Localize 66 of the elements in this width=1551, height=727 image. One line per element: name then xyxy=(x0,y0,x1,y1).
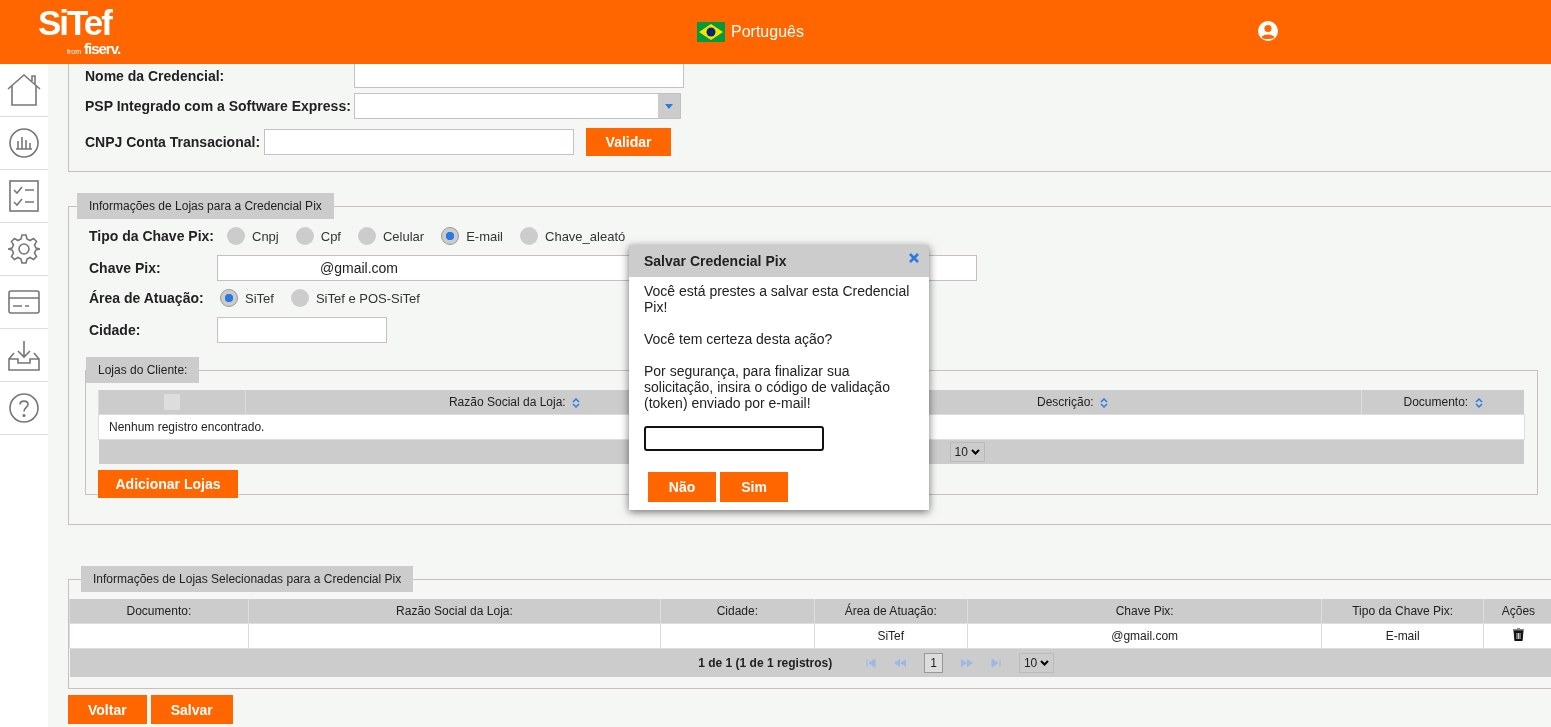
table-header-cell: Tipo da Chave Pix: xyxy=(1321,599,1484,624)
dialog-text: Você tem certeza desta ação? xyxy=(644,331,834,347)
radio-label[interactable]: SiTef xyxy=(245,290,274,306)
field-label: CNPJ Conta Transacional: xyxy=(85,134,261,150)
caret-icon xyxy=(665,103,673,109)
download-tray-icon[interactable] xyxy=(8,339,40,371)
table-header-cell: Ações xyxy=(1483,599,1551,624)
radio-button[interactable] xyxy=(220,289,238,307)
radio-label[interactable]: Celular xyxy=(383,228,425,244)
chevron-icon xyxy=(1040,660,1050,666)
settings-icon[interactable] xyxy=(8,233,40,265)
radio-button[interactable] xyxy=(441,227,460,245)
radio-label[interactable]: Cnpj xyxy=(252,228,279,244)
radio-button[interactable] xyxy=(227,227,245,245)
radio-button[interactable] xyxy=(520,227,538,245)
input-field[interactable] xyxy=(354,62,684,88)
table-header-cell: Área de Atuação: xyxy=(814,599,968,624)
radio-label[interactable]: Chave_aleató xyxy=(545,228,626,244)
field-label: Cidade: xyxy=(89,322,142,338)
page-size-select[interactable]: 10 xyxy=(1018,653,1055,673)
table-header-cell: Chave Pix: xyxy=(967,599,1322,624)
field-label: Chave Pix: xyxy=(89,260,162,276)
dropdown-field[interactable] xyxy=(354,93,681,119)
table-header-cell[interactable]: Documento: xyxy=(1361,390,1524,415)
sort-icon xyxy=(572,396,581,409)
sort-icon xyxy=(1100,396,1108,409)
radio-label[interactable]: E-mail xyxy=(466,228,503,244)
field-label: Tipo da Chave Pix: xyxy=(89,228,214,244)
radio-button[interactable] xyxy=(358,227,376,245)
flag-icon[interactable] xyxy=(697,22,725,42)
trash-icon[interactable] xyxy=(1512,628,1524,641)
chart-icon[interactable] xyxy=(8,127,40,159)
table-header-cell: Cidade: xyxy=(660,599,815,624)
dialog-text: Você está prestes a salvar esta Credencial Pix! xyxy=(644,283,911,315)
table-cell: SiTef xyxy=(814,623,968,649)
radio-button[interactable] xyxy=(290,289,309,307)
table-header-cell: Razão Social da Loja: xyxy=(248,599,661,624)
page-number[interactable]: 1 xyxy=(924,653,943,673)
input-field[interactable] xyxy=(264,129,575,155)
checklist-icon[interactable] xyxy=(9,180,39,212)
page-summary: 1 de 1 (1 de 1 registros) xyxy=(698,656,833,670)
section-legend: Informações de Lojas para a Credencial Pix xyxy=(77,193,334,219)
dialog-title: Salvar Credencial Pix xyxy=(644,253,787,269)
help-icon[interactable] xyxy=(9,393,39,423)
table-header-cell: Documento: xyxy=(69,599,249,624)
logo-text: SiTef xyxy=(38,4,111,42)
logo-brand: fiserv. xyxy=(84,41,121,57)
field-label: Área de Atuação: xyxy=(89,290,205,306)
radio-label[interactable]: SiTef e POS-SiTef xyxy=(315,290,420,306)
field-label: Nome da Credencial: xyxy=(85,68,226,84)
card-icon[interactable] xyxy=(8,290,40,314)
section-legend: Informações de Lojas Selecionadas para a Credencial Pix xyxy=(81,566,414,592)
field-label: PSP Integrado com a Software Express: xyxy=(85,98,350,114)
radio-button[interactable] xyxy=(295,227,314,245)
table-cell: @gmail.com xyxy=(967,623,1322,649)
close-icon[interactable] xyxy=(909,253,919,263)
section-legend: Lojas do Cliente: xyxy=(86,357,200,383)
table-cell: E-mail xyxy=(1321,623,1484,649)
home-icon[interactable] xyxy=(6,73,42,107)
token-field[interactable] xyxy=(644,426,824,451)
page-size-select[interactable]: 10 xyxy=(949,442,985,462)
radio-label[interactable]: Cpf xyxy=(320,228,341,244)
input-field[interactable] xyxy=(217,317,387,343)
user-icon[interactable] xyxy=(1257,20,1279,42)
chevron-icon xyxy=(970,449,980,455)
sort-icon xyxy=(1474,396,1483,409)
